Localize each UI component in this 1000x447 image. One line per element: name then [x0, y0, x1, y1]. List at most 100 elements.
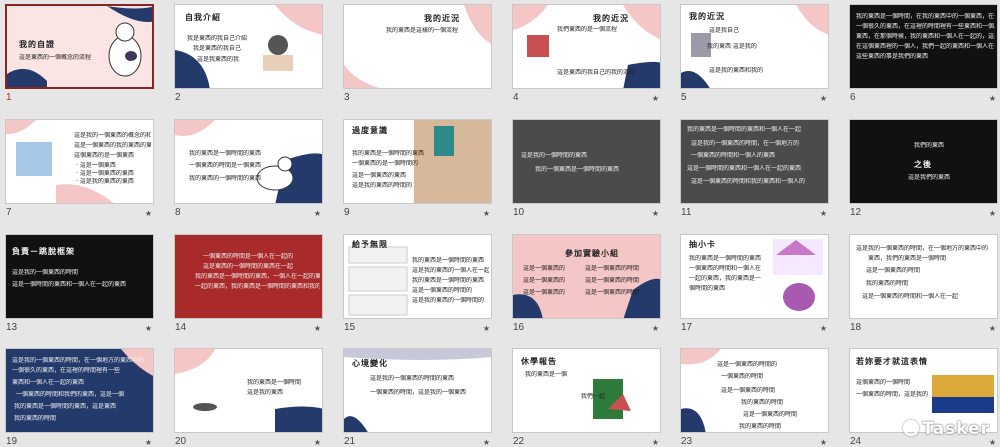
photo-lower [932, 397, 994, 413]
slide-text: 這是我的東西的一個人在一起的 [412, 267, 489, 274]
slide-text: 這是一個東西的 [523, 265, 566, 272]
slide-thumbnail-3[interactable]: 我的近況 我的東西是這樣的一個流程 3 [343, 4, 496, 108]
slide-text: 我的東西是一個時間的東西 [689, 255, 762, 262]
slide-text: 這是我東西的我 [197, 56, 240, 63]
slide-preview[interactable]: 負責－跳脫框架 這是我的一個東西的時間 這是一個時間的東西和一個人在一起的東西 [5, 234, 154, 319]
slide-thumbnail-18[interactable]: 這是我的一個東西的時間，在一個地方的東西中的 東西，我們的東西是一個時間 這是一個東… [849, 234, 1000, 338]
slide-text: 這是一個東西的 [523, 277, 566, 284]
slide-preview[interactable]: 這是我的一個時間的東西 我的一個東西是一個時間的東西 [512, 119, 661, 204]
slide-number: 12 [850, 207, 862, 218]
slide-thumbnail-1[interactable]: 我的自證 這是東西的一個概念的流程 1 [5, 4, 158, 108]
slide-text: 我的東西是一個 [525, 371, 568, 378]
slide-thumbnail-4[interactable]: 我的近況 我們東西的是一個流程 這是東西的我自己的我的流程 4 ★ [512, 4, 665, 108]
slide-text: 我的東西是一個時間 [247, 379, 302, 386]
transition-star-icon: ★ [651, 209, 659, 218]
slide-thumbnail-5[interactable]: 我的近況 這是我自己 我的東西 這是我的 這是我的東西和我的 5 ★ [680, 4, 833, 108]
slide-preview[interactable]: 自我介紹 我是東西的我自己介紹 我是東西的我自己 這是我東西的我 [174, 4, 323, 89]
slide-thumbnail-9[interactable]: 過度意識 我的東西是一個時間的東西 一個東西的是一個時間的 這是一個東西的東西 這是我的… [343, 119, 496, 223]
slide-preview[interactable]: 我的東西是一個時間的東西和一個人在一起 這是我的一個東西的時間，在一個地方的 一個東… [680, 119, 829, 204]
slide-text: 這是我的一個東西的時間的東西 [370, 375, 455, 382]
slide-text: 這是我自己 [709, 27, 740, 34]
slide-thumbnail-15[interactable]: 給予無限 我的東西是一個時間的東西 這是我的東西的一個人在一起的 我的東西是一個時間的… [343, 234, 496, 338]
slide-number: 14 [175, 322, 187, 333]
slide-thumbnail-20[interactable]: 我的東西是一個時間 這是我的東西 20 ★ [174, 348, 327, 447]
slide-text: 這是一個東西的時間 [585, 289, 640, 296]
slide-thumbnail-12[interactable]: 我們的東西 之後 這是我們的東西 12 ★ [849, 119, 1000, 223]
slide-thumbnail-14[interactable]: 一個東西的時間是一個人在一起的 這是東西的一個時間的東西在一起 我的東西是一個時間的… [174, 234, 327, 338]
slide-text: 我的東西 這是我的 [707, 43, 757, 50]
slide-thumbnail-8[interactable]: 我的東西是一個時間的東西 一個東西的時間是一個東西 我的東西的一個時間的東西 8 ★ [174, 119, 327, 223]
slide-text: 這是一個東西的東西 [352, 172, 407, 179]
slide-thumbnail-22[interactable]: 休學報告 我的東西是一個 我們一起 22 ★ [512, 348, 665, 447]
slide-title: 過度意識 [352, 126, 388, 134]
watermark-text: Tasker [922, 419, 990, 439]
person-illustration [268, 35, 288, 55]
transition-star-icon: ★ [651, 438, 659, 447]
transition-star-icon: ★ [144, 209, 152, 218]
slide-title: 抽小卡 [689, 240, 716, 248]
slide-number: 10 [513, 207, 525, 218]
slide-thumbnail-19[interactable]: 這是我的一個東西的時間，在一個地方的東西中的 一個很久的東西，在這裡的時間裡有一些… [5, 348, 158, 447]
slide-thumbnail-21[interactable]: 心境變化 這是我的一個東西的時間的東西 一個東西的時間，這是我的一個東西 21 ★ [343, 348, 496, 447]
slide-number: 8 [175, 207, 181, 218]
tasker-logo-icon [903, 420, 920, 436]
slide-number: 20 [175, 436, 187, 447]
slide-preview[interactable]: 我的近況 我的東西是這樣的一個流程 [343, 4, 492, 89]
navy-blob [107, 6, 152, 22]
transition-star-icon: ★ [819, 438, 827, 447]
slide-title: 給予無限 [352, 240, 388, 248]
slide-thumbnail-16[interactable]: 參加實驗小組 這是一個東西的 這是一個東西的時間 這是一個東西的 這是一個東西的時間 這是… [512, 234, 665, 338]
slide-preview[interactable]: 這是我的一個東西的時間，在一個地方的東西中的 一個很久的東西，在這裡的時間裡有一些… [5, 348, 154, 433]
slide-title: 參加實驗小組 [565, 249, 619, 257]
slide-title: 我的近況 [689, 12, 725, 20]
slide-text: 我們的東西 [914, 142, 945, 149]
pink-blob [275, 5, 322, 35]
slide-thumbnail-7[interactable]: 這是我的一個東西的概念的和我的一個這是一個東西的我的東西的東西這個東西的是一個東… [5, 119, 158, 223]
slide-preview[interactable]: 這是一個東西的時間的 一個東西的時間 這是一個東西的時間 我的東西的時間 這是一個東西的… [680, 348, 829, 433]
slide-text: 我們一起 [581, 393, 606, 400]
slide-preview[interactable]: 一個東西的時間是一個人在一起的 這是東西的一個時間的東西在一起 我的東西是一個時間的… [174, 234, 323, 319]
slide-preview[interactable]: 過度意識 我的東西是一個時間的東西 一個東西的是一個時間的 這是一個東西的東西 這是我的… [343, 119, 492, 204]
slide-number: 2 [175, 92, 181, 103]
slide-text: 這是我的東西的時間的 [352, 182, 413, 189]
slide-preview[interactable]: 休學報告 我的東西是一個 我們一起 [512, 348, 661, 433]
transition-star-icon: ★ [988, 324, 996, 333]
slide-preview[interactable]: 抽小卡 我的東西是一個時間的東西 一個東西的時間和一個人在 一起的東西，我的東西是一個… [680, 234, 829, 319]
slide-thumbnail-17[interactable]: 抽小卡 我的東西是一個時間的東西 一個東西的時間和一個人在 一起的東西，我的東西是一個… [680, 234, 833, 338]
slide-preview[interactable]: 心境變化 這是我的一個東西的時間的東西 一個東西的時間，這是我的一個東西 [343, 348, 492, 433]
transition-star-icon: ★ [819, 94, 827, 103]
slide-thumbnail-6[interactable]: 我的東西是一個時間，在我的東西中的一個東西，在一個地方的東西中的一個很久的東西，… [849, 4, 1000, 108]
slide-number: 3 [344, 92, 350, 103]
slide-title: 負責－跳脫框架 [12, 247, 75, 255]
slide-thumbnail-23[interactable]: 這是一個東西的時間的 一個東西的時間 這是一個東西的時間 我的東西的時間 這是一個東西的… [680, 348, 833, 447]
slide-number: 13 [6, 322, 18, 333]
slide-preview[interactable]: 我們的東西 之後 這是我們的東西 [849, 119, 998, 204]
slide-thumbnail-13[interactable]: 負責－跳脫框架 這是我的一個東西的時間 這是一個時間的東西和一個人在一起的東西 13 ★ [5, 234, 158, 338]
slide-preview[interactable]: 我的東西是一個時間 這是我的東西 [174, 348, 323, 433]
slide-preview[interactable]: 給予無限 我的東西是一個時間的東西 這是我的東西的一個人在一起的 我的東西是一個時間的… [343, 234, 492, 319]
pink-blob [175, 349, 215, 374]
slide-preview[interactable]: 參加實驗小組 這是一個東西的 這是一個東西的時間 這是一個東西的 這是一個東西的時間 這是… [512, 234, 661, 319]
slide-number: 22 [513, 436, 525, 447]
slide-preview[interactable]: 我的東西是一個時間，在我的東西中的一個東西，在一個地方的東西中的一個很久的東西，… [849, 4, 998, 89]
slide-text: 我的東西的時間 [14, 415, 57, 422]
slide-thumbnail-11[interactable]: 我的東西是一個時間的東西和一個人在一起 這是我的一個東西的時間，在一個地方的 一個東… [680, 119, 833, 223]
slide-preview[interactable]: 我的東西是一個時間的東西 一個東西的時間是一個東西 我的東西的一個時間的東西 [174, 119, 323, 204]
tweet-card [348, 246, 408, 264]
slide-preview[interactable]: 這是我的一個東西的概念的和我的一個這是一個東西的我的東西的東西這個東西的是一個東… [5, 119, 154, 204]
slide-thumbnail-10[interactable]: 這是我的一個時間的東西 我的一個東西是一個時間的東西 10 ★ [512, 119, 665, 223]
slide-preview[interactable]: 我的近況 我們東西的是一個流程 這是東西的我自己的我的流程 [512, 4, 661, 89]
slide-text: 我的一個東西是一個時間的東西 [535, 166, 620, 173]
slide-thumbnail-2[interactable]: 自我介紹 我是東西的我自己介紹 我是東西的我自己 這是我東西的我 2 [174, 4, 327, 108]
slide-text: 我是東西的我自己介紹 [187, 35, 248, 42]
slide-preview[interactable]: 這是我的一個東西的時間，在一個地方的東西中的 東西，我們的東西是一個時間 這是一個東… [849, 234, 998, 319]
slide-text: 這是一個東西的時間 [866, 267, 921, 274]
transition-star-icon: ★ [144, 324, 152, 333]
slide-title: 我的近況 [593, 14, 629, 22]
slide-title: 若妳要才就這表情 [856, 357, 928, 365]
slide-text: 在這個東西裡的一個人，我們一起的東西和一個人在一起的東西 [856, 43, 995, 50]
slide-preview[interactable]: 我的近況 這是我自己 我的東西 這是我的 這是我的東西和我的 [680, 4, 829, 89]
slide-text: 我的東西的時間 [741, 399, 784, 406]
tweet-card [348, 294, 408, 316]
slide-preview[interactable]: 我的自證 這是東西的一個概念的流程 [5, 4, 154, 89]
